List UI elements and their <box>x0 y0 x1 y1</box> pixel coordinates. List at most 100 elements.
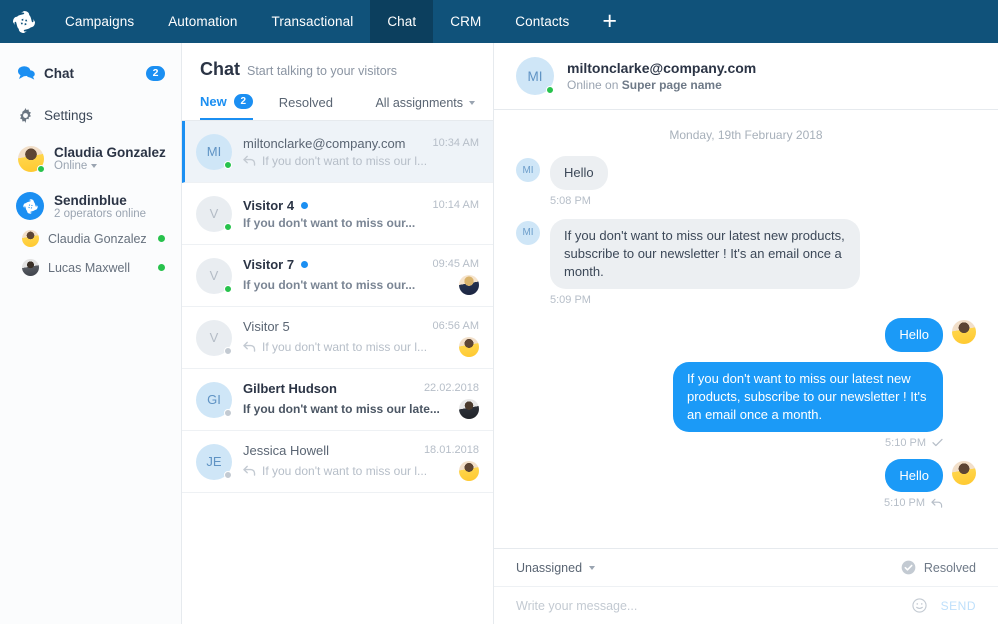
message-timestamp: 5:10 PM <box>885 437 926 449</box>
conversation-list-item[interactable]: V Visitor 5 06:56 AM If you don't want to m… <box>182 307 493 369</box>
sendinblue-logo-icon <box>22 198 39 215</box>
avatar-initials: MI <box>207 144 221 159</box>
operator-avatar <box>459 275 479 295</box>
check-circle-icon <box>901 560 916 575</box>
operator-avatar <box>952 320 976 344</box>
nav-label: Campaigns <box>65 14 134 29</box>
message-incoming: MIIf you don't want to miss our latest n… <box>516 219 976 306</box>
current-user[interactable]: Claudia Gonzalez Online <box>0 131 181 178</box>
operator-avatar <box>459 461 479 481</box>
message-preview: If you don't want to miss our l... <box>262 340 427 354</box>
message-column: Hello <box>885 318 943 352</box>
online-dot <box>224 285 232 293</box>
avatar: V <box>196 320 232 356</box>
spacer <box>0 89 181 99</box>
contact-name: Gilbert Hudson <box>243 381 337 396</box>
sidebar-chat-label: Chat <box>44 66 74 81</box>
avatar <box>18 146 44 172</box>
nav-item-transactional[interactable]: Transactional <box>254 0 370 43</box>
conversation-list-item[interactable]: MImiltonclarke@company.com10:34 AMIf you… <box>182 121 493 183</box>
nav-label: Contacts <box>515 14 569 29</box>
conversation-list-item[interactable]: JE Jessica Howell18.01.2018 If you don't w… <box>182 431 493 493</box>
add-button[interactable]: + <box>586 0 633 43</box>
nav-item-automation[interactable]: Automation <box>151 0 254 43</box>
message-timestamp: 5:08 PM <box>550 195 608 207</box>
list-item-preview-row: If you don't want to miss our l... <box>243 461 479 481</box>
conversation-actions: Unassigned Resolved <box>494 549 998 586</box>
message-incoming: MI Hello5:08 PM <box>516 156 976 207</box>
online-dot <box>224 223 232 231</box>
message-meta: 5:10 PM <box>885 437 943 449</box>
conversation-list: MImiltonclarke@company.com10:34 AMIf you… <box>182 121 493 624</box>
nav-item-chat[interactable]: Chat <box>370 0 433 43</box>
contact-name: Visitor 4 <box>243 198 294 213</box>
tab-new[interactable]: New 2 <box>200 94 253 120</box>
online-dot <box>37 165 45 173</box>
message-timestamp: 5:09 PM <box>550 294 860 306</box>
tab-resolved[interactable]: Resolved <box>279 95 333 119</box>
message-column: Hello5:08 PM <box>550 156 608 207</box>
nav-item-crm[interactable]: CRM <box>433 0 498 43</box>
message-bubble: If you don't want to miss our latest new… <box>550 219 860 289</box>
operator-avatar <box>952 461 976 485</box>
contact-name: miltonclarke@company.com <box>567 60 756 76</box>
offline-dot <box>224 471 232 479</box>
current-user-status[interactable]: Online <box>54 160 166 172</box>
sidebar-item-settings[interactable]: Settings <box>0 99 181 131</box>
message-thread: Monday, 19th February 2018 MIHello5:08 P… <box>494 110 998 548</box>
timestamp: 06:56 AM <box>433 320 479 332</box>
contact-name: Visitor 5 <box>243 319 290 334</box>
conversation-header: MI miltonclarke@company.com Online on Su… <box>494 43 998 110</box>
page-name: Super page name <box>622 78 722 92</box>
chat-list-tabs: New 2 Resolved All assignments <box>182 80 493 121</box>
offline-dot <box>224 347 232 355</box>
nav-label: Automation <box>168 14 237 29</box>
avatar: V <box>196 196 232 232</box>
message-outgoing: If you don't want to miss our latest new… <box>516 362 976 449</box>
list-item-top: Jessica Howell18.01.2018 <box>243 443 479 458</box>
nav-item-contacts[interactable]: Contacts <box>498 0 586 43</box>
timestamp: 18.01.2018 <box>424 444 479 456</box>
message-preview: If you don't want to miss our... <box>243 216 415 230</box>
conversation-list-item[interactable]: V Visitor 4 10:14 AM If you don't want to m… <box>182 183 493 245</box>
conversation-list-item[interactable]: GIGilbert Hudson22.02.2018If you don't w… <box>182 369 493 431</box>
message-column: If you don't want to miss our latest new… <box>550 219 860 306</box>
sidebar-item-chat[interactable]: Chat 2 <box>0 57 181 89</box>
avatar: JE <box>196 444 232 480</box>
contact-name: Visitor 7 <box>243 257 294 272</box>
resolve-label: Resolved <box>924 561 976 575</box>
organization: Sendinblue 2 operators online <box>0 178 181 224</box>
top-navigation-bar: Campaigns Automation Transactional Chat … <box>0 0 998 43</box>
reply-arrow-icon <box>243 341 256 352</box>
avatar: MI <box>516 158 540 182</box>
message-preview: If you don't want to miss our l... <box>262 154 427 168</box>
conversation-list-item[interactable]: VVisitor 709:45 AMIf you don't want to m… <box>182 245 493 307</box>
assignment-label: Unassigned <box>516 561 582 575</box>
brand-logo[interactable] <box>0 0 48 43</box>
chevron-down-icon <box>469 101 475 105</box>
tab-badge: 2 <box>234 94 253 109</box>
assignment-filter-dropdown[interactable]: All assignments <box>375 96 475 119</box>
message-preview: If you don't want to miss our... <box>243 278 415 292</box>
message-status-reply-icon <box>931 498 943 508</box>
smiley-icon[interactable] <box>912 598 927 613</box>
assignment-dropdown[interactable]: Unassigned <box>516 561 595 575</box>
message-preview: If you don't want to miss our l... <box>262 464 427 478</box>
sidebar-operator-claudia-gonzalez[interactable]: Claudia Gonzalez <box>0 224 181 253</box>
avatar <box>22 259 39 276</box>
online-dot <box>158 235 165 242</box>
sidebar-operator-lucas-maxwell[interactable]: Lucas Maxwell <box>0 253 181 282</box>
timestamp: 09:45 AM <box>433 258 479 270</box>
send-button[interactable]: SEND <box>941 599 976 613</box>
resolve-button[interactable]: Resolved <box>901 560 976 575</box>
list-item-preview-row: If you don't want to miss our l... <box>243 154 479 168</box>
tab-label: New <box>200 94 227 109</box>
message-column: Hello5:10 PM <box>884 459 943 510</box>
online-dot <box>546 86 554 94</box>
app-root: Campaigns Automation Transactional Chat … <box>0 0 998 624</box>
online-dot <box>158 264 165 271</box>
timestamp: 10:14 AM <box>433 199 479 211</box>
message-input[interactable] <box>516 599 912 613</box>
nav-item-campaigns[interactable]: Campaigns <box>48 0 151 43</box>
online-dot <box>224 161 232 169</box>
